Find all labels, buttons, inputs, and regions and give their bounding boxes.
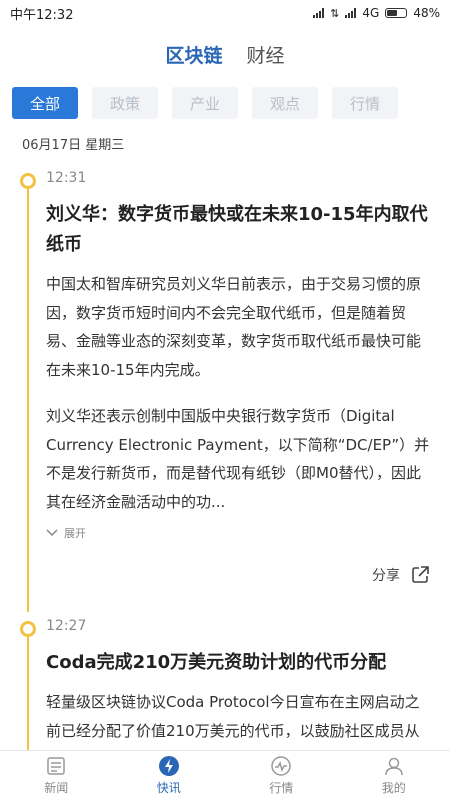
flash-icon xyxy=(158,756,179,776)
bottom-nav: 新闻 快讯 行情 我的 xyxy=(0,750,450,800)
news-feed[interactable]: 12:31 刘义华：数字货币最快或在未来10-15年内取代纸币 中国太和智库研究… xyxy=(0,164,450,750)
profile-icon xyxy=(385,757,403,776)
category-policy[interactable]: 政策 xyxy=(92,87,158,119)
chevron-down-icon xyxy=(46,529,58,537)
signal-icon-2 xyxy=(345,8,357,18)
tab-finance[interactable]: 财经 xyxy=(247,37,285,72)
category-filter: 全部 政策 产业 观点 行情 xyxy=(0,82,450,124)
battery-icon xyxy=(385,8,408,18)
top-tabs: 区块链 财经 xyxy=(0,26,450,82)
nav-profile-label: 我的 xyxy=(381,781,406,795)
news-time: 12:27 xyxy=(46,618,87,634)
nav-market[interactable]: 行情 xyxy=(225,751,338,800)
news-paragraph: 中国太和智库研究员刘义华日前表示，由于交易习惯的原因，数字货币短时间内不会完全取… xyxy=(46,275,422,379)
network-type: 4G xyxy=(362,6,380,20)
status-icons: ⇅ 4G 48% xyxy=(313,6,440,20)
news-paragraph: 轻量级区块链协议Coda Protocol今日宣布在主网启动之前已经分配了价值2… xyxy=(46,693,420,740)
timeline-dot xyxy=(20,621,36,637)
nav-profile[interactable]: 我的 xyxy=(338,751,450,800)
nav-flash-label: 快讯 xyxy=(156,781,181,795)
timeline-line xyxy=(27,630,29,750)
nav-news-label: 新闻 xyxy=(44,781,69,795)
battery-level: 48% xyxy=(413,6,440,20)
category-industry[interactable]: 产业 xyxy=(172,87,238,119)
timeline-dot xyxy=(20,173,36,189)
share-icon xyxy=(412,566,429,583)
share-label: 分享 xyxy=(372,568,400,584)
share-button[interactable]: 分享 xyxy=(46,560,430,590)
signal-icon xyxy=(313,8,325,18)
news-paragraph: 刘义华还表示创制中国版中央银行数字货币（Digital Currency Ele… xyxy=(46,407,430,511)
news-item[interactable]: 12:27 Coda完成210万美元资助计划的代币分配 轻量级区块链协议Coda… xyxy=(0,612,450,750)
wifi-icon: ⇅ xyxy=(330,6,340,20)
expand-label: 展开 xyxy=(64,527,86,540)
category-opinion[interactable]: 观点 xyxy=(252,87,318,119)
news-title[interactable]: Coda完成210万美元资助计划的代币分配 xyxy=(46,648,430,678)
nav-flash[interactable]: 快讯 xyxy=(113,751,226,800)
status-time: 中午12:32 xyxy=(10,7,74,23)
category-market[interactable]: 行情 xyxy=(332,87,398,119)
news-icon xyxy=(47,757,65,775)
tab-blockchain[interactable]: 区块链 xyxy=(165,37,222,72)
market-icon xyxy=(271,756,291,776)
news-item[interactable]: 12:31 刘义华：数字货币最快或在未来10-15年内取代纸币 中国太和智库研究… xyxy=(0,164,450,612)
date-header: 06月17日 星期三 xyxy=(22,138,125,153)
category-all[interactable]: 全部 xyxy=(12,87,78,119)
news-title[interactable]: 刘义华：数字货币最快或在未来10-15年内取代纸币 xyxy=(46,200,430,260)
nav-news[interactable]: 新闻 xyxy=(0,751,113,800)
news-time: 12:31 xyxy=(46,170,87,186)
nav-market-label: 行情 xyxy=(269,781,294,795)
status-bar: 中午12:32 ⇅ 4G 48% xyxy=(0,0,450,26)
timeline-line xyxy=(27,182,29,612)
expand-button[interactable]: 展开 xyxy=(46,522,430,544)
